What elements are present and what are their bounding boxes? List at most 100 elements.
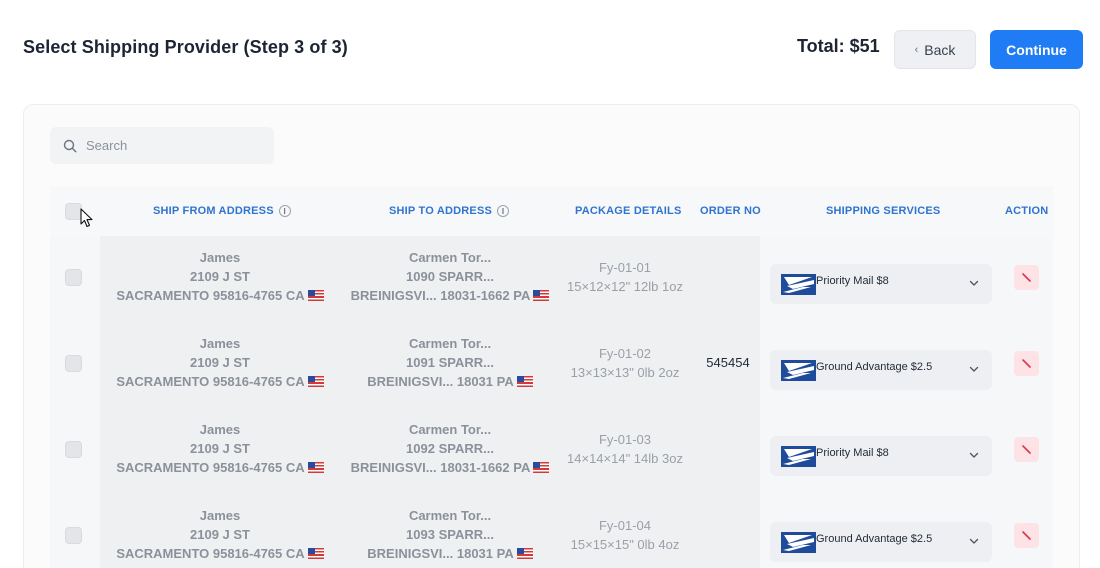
usps-eagle-logo (781, 532, 816, 553)
info-icon[interactable]: i (497, 205, 510, 217)
remove-row-button[interactable] (1014, 351, 1039, 376)
back-button[interactable]: ‹ Back (894, 30, 976, 69)
from-city: SACRAMENTO 95816-4765 CA (116, 374, 305, 389)
chevron-down-icon (969, 280, 979, 286)
remove-row-button[interactable] (1014, 523, 1039, 548)
column-header-action: ACTION (1005, 205, 1049, 217)
remove-row-button[interactable] (1014, 265, 1039, 290)
column-header-ship-from: SHIP FROM ADDRESS i (153, 205, 291, 217)
package-dimensions: 14×14×14" 14lb 3oz (567, 451, 683, 466)
package-dimensions: 13×13×13" 0lb 2oz (570, 365, 680, 380)
to-street: 1090 SPARR... (406, 269, 494, 284)
to-name: Carmen Tor... (408, 250, 492, 265)
chevron-down-icon (969, 366, 979, 372)
shipments-table: SHIP FROM ADDRESS i SHIP TO ADDRESS i PA… (50, 186, 1053, 568)
ship-from-address: James 2109 J ST SACRAMENTO 95816-4765 CA (98, 420, 342, 477)
page-title: Select Shipping Provider (Step 3 of 3) (23, 37, 348, 57)
package-id: Fy-01-02 (598, 346, 652, 361)
search-icon (63, 139, 77, 153)
us-flag-icon (533, 462, 550, 473)
remove-row-button[interactable] (1014, 437, 1039, 462)
ship-to-address: Carmen Tor... 1090 SPARR... BREINIGSVI..… (338, 248, 562, 305)
package-details: Fy-01-02 13×13×13" 0lb 2oz (550, 344, 700, 382)
to-city: BREINIGSVI... 18031 PA (367, 546, 514, 561)
column-header-package-details: PACKAGE DETAILS (575, 205, 682, 217)
from-city: SACRAMENTO 95816-4765 CA (116, 460, 305, 475)
chevron-down-icon (969, 452, 979, 458)
page-header: Select Shipping Provider (Step 3 of 3) T… (0, 0, 1100, 100)
ship-from-address: James 2109 J ST SACRAMENTO 95816-4765 CA (98, 248, 342, 305)
ship-to-address: Carmen Tor... 1092 SPARR... BREINIGSVI..… (338, 420, 562, 477)
from-street: 2109 J ST (190, 527, 250, 542)
table-row: James 2109 J ST SACRAMENTO 95816-4765 CA… (50, 236, 1053, 322)
row-checkbox[interactable] (65, 527, 82, 544)
to-city: BREINIGSVI... 18031 PA (367, 374, 514, 389)
shipping-service-select[interactable]: Priority Mail $8 (770, 436, 992, 476)
continue-button[interactable]: Continue (990, 30, 1083, 69)
shipping-service-select[interactable]: Ground Advantage $2.5 (770, 350, 992, 390)
from-street: 2109 J ST (190, 269, 250, 284)
row-checkbox[interactable] (65, 269, 82, 286)
ship-to-address: Carmen Tor... 1093 SPARR... BREINIGSVI..… (338, 506, 562, 563)
us-flag-icon (516, 376, 533, 387)
table-row: James 2109 J ST SACRAMENTO 95816-4765 CA… (50, 494, 1053, 568)
package-details: Fy-01-04 15×15×15" 0lb 4oz (550, 516, 700, 554)
close-icon (1022, 273, 1031, 282)
package-id: Fy-01-04 (598, 518, 652, 533)
shipping-service-label: Priority Mail $8 (816, 447, 889, 459)
shipping-service-select[interactable]: Priority Mail $8 (770, 264, 992, 304)
us-flag-icon (533, 290, 550, 301)
row-checkbox[interactable] (65, 441, 82, 458)
table-row: James 2109 J ST SACRAMENTO 95816-4765 CA… (50, 408, 1053, 494)
usps-eagle-logo (781, 274, 816, 295)
to-street: 1092 SPARR... (406, 441, 494, 456)
column-header-order-no: ORDER NO (700, 205, 761, 217)
search-input[interactable] (86, 138, 256, 153)
from-name: James (199, 508, 241, 523)
order-total: Total: $51 (797, 36, 880, 56)
shipping-service-label: Priority Mail $8 (816, 275, 889, 287)
to-name: Carmen Tor... (408, 422, 492, 437)
to-name: Carmen Tor... (408, 336, 492, 351)
to-city: BREINIGSVI... 18031-1662 PA (350, 288, 531, 303)
to-street: 1093 SPARR... (406, 527, 494, 542)
from-city: SACRAMENTO 95816-4765 CA (116, 546, 305, 561)
close-icon (1022, 531, 1031, 540)
us-flag-icon (307, 462, 324, 473)
chevron-down-icon (969, 538, 979, 544)
from-street: 2109 J ST (190, 355, 250, 370)
usps-eagle-logo (781, 360, 816, 381)
shipping-service-label: Ground Advantage $2.5 (816, 361, 933, 373)
back-button-label: Back (924, 41, 956, 58)
close-icon (1022, 359, 1031, 368)
us-flag-icon (307, 290, 324, 301)
close-icon (1022, 445, 1031, 454)
to-name: Carmen Tor... (408, 508, 492, 523)
ship-from-address: James 2109 J ST SACRAMENTO 95816-4765 CA (98, 334, 342, 391)
usps-eagle-logo (781, 446, 816, 467)
from-name: James (199, 336, 241, 351)
info-icon[interactable]: i (278, 205, 291, 217)
column-header-shipping-services: SHIPPING SERVICES (826, 205, 941, 217)
chevron-left-icon: ‹ (914, 43, 919, 56)
order-number: 545454 (706, 355, 750, 370)
search-box[interactable] (50, 127, 274, 164)
column-header-ship-to: SHIP TO ADDRESS i (389, 205, 510, 217)
shipping-service-label: Ground Advantage $2.5 (816, 533, 933, 545)
shipping-service-select[interactable]: Ground Advantage $2.5 (770, 522, 992, 562)
mouse-pointer-icon (80, 208, 93, 228)
us-flag-icon (307, 548, 324, 559)
to-city: BREINIGSVI... 18031-1662 PA (350, 460, 531, 475)
from-street: 2109 J ST (190, 441, 250, 456)
table-header: SHIP FROM ADDRESS i SHIP TO ADDRESS i PA… (50, 186, 1053, 236)
us-flag-icon (307, 376, 324, 387)
ship-to-address: Carmen Tor... 1091 SPARR... BREINIGSVI..… (338, 334, 562, 391)
us-flag-icon (516, 548, 533, 559)
package-details: Fy-01-01 15×12×12" 12lb 1oz (550, 258, 700, 296)
to-street: 1091 SPARR... (406, 355, 494, 370)
package-id: Fy-01-01 (598, 260, 652, 275)
package-dimensions: 15×12×12" 12lb 1oz (567, 279, 683, 294)
row-checkbox[interactable] (65, 355, 82, 372)
from-name: James (199, 422, 241, 437)
ship-from-address: James 2109 J ST SACRAMENTO 95816-4765 CA (98, 506, 342, 563)
